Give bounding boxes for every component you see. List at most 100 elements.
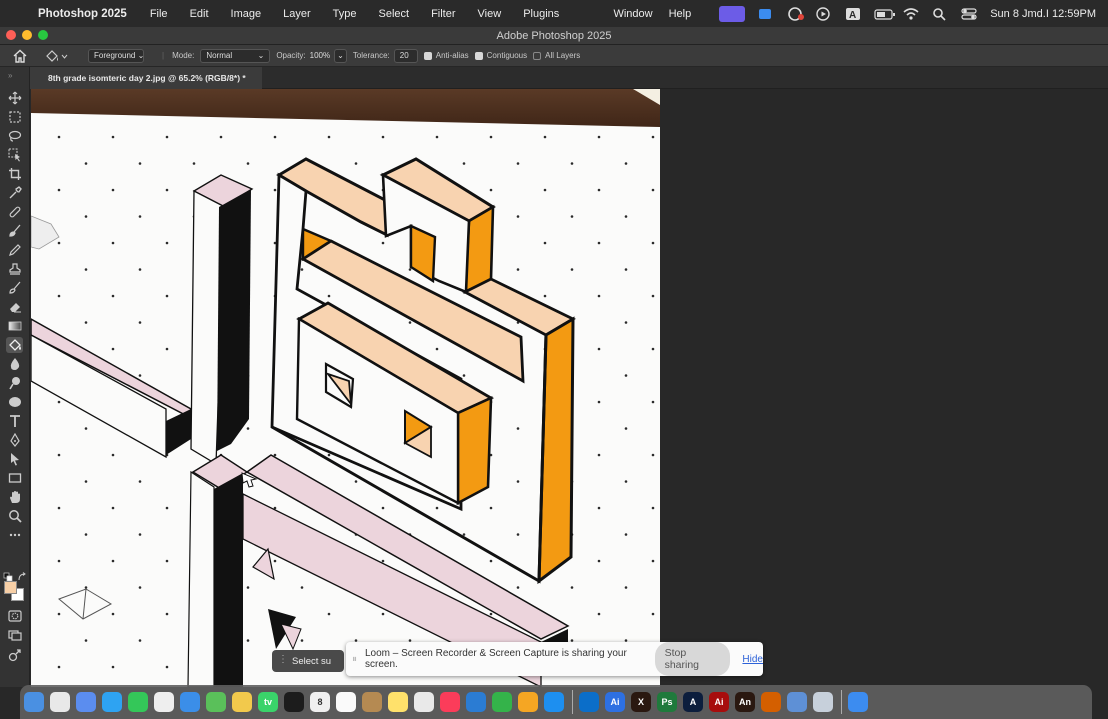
- dock-music-icon[interactable]: [414, 692, 434, 712]
- app-name-menu[interactable]: Photoshop 2025: [38, 8, 127, 20]
- creative-cloud-icon[interactable]: [787, 6, 805, 21]
- dock-calendar-icon[interactable]: 8: [310, 692, 330, 712]
- move-tool-icon[interactable]: [6, 90, 23, 106]
- dock-keynote-icon[interactable]: [440, 692, 460, 712]
- dodge-tool-icon[interactable]: [6, 375, 23, 391]
- battery-icon[interactable]: [874, 7, 896, 21]
- loom-status-icon[interactable]: [758, 7, 774, 21]
- paint-bucket-tool-preset-icon[interactable]: [44, 49, 68, 63]
- quick-mask-icon[interactable]: [6, 608, 23, 624]
- blur-tool-icon[interactable]: [6, 356, 23, 372]
- dock-illustrator-icon[interactable]: Ai: [709, 692, 729, 712]
- dock-reminders-icon[interactable]: [284, 692, 304, 712]
- eraser-tool-icon[interactable]: [6, 299, 23, 315]
- play-icon[interactable]: [816, 6, 832, 21]
- dock-maps-icon[interactable]: [180, 692, 200, 712]
- document-canvas[interactable]: [31, 89, 660, 687]
- dock-numbers-icon[interactable]: [466, 692, 486, 712]
- blend-mode-dropdown[interactable]: Normal ⌄: [200, 48, 271, 63]
- dock-photos-icon[interactable]: [206, 692, 226, 712]
- menu-layer[interactable]: Layer: [283, 8, 311, 20]
- paint-bucket-tool-icon[interactable]: [6, 337, 23, 353]
- opacity-input[interactable]: 100%: [310, 51, 330, 60]
- dock-preview-icon[interactable]: [761, 692, 781, 712]
- history-brush-tool-icon[interactable]: [6, 280, 23, 296]
- sponge-tool-icon[interactable]: [6, 394, 23, 410]
- control-center-icon[interactable]: [961, 7, 977, 21]
- menubar-clock[interactable]: Sun 8 Jmd.I 12:59PM: [990, 8, 1096, 20]
- all-layers-checkbox[interactable]: [533, 51, 542, 60]
- menu-edit[interactable]: Edit: [190, 8, 209, 20]
- dock-illustrator-icon[interactable]: Ai: [605, 692, 625, 712]
- dock-chrome-icon[interactable]: [128, 692, 148, 712]
- drag-handle-icon[interactable]: ⋮: [278, 654, 288, 665]
- dock-messages-icon[interactable]: [102, 692, 122, 712]
- menu-filter[interactable]: Filter: [431, 8, 455, 20]
- dock-launchpad-icon[interactable]: [50, 692, 70, 712]
- crop-tool-icon[interactable]: [6, 166, 23, 182]
- dock-bluetooth-icon[interactable]: [579, 692, 599, 712]
- rectangle-tool-icon[interactable]: [6, 470, 23, 486]
- spotlight-search-icon[interactable]: [932, 7, 948, 21]
- dock-facetime-icon[interactable]: [232, 692, 252, 712]
- menu-type[interactable]: Type: [333, 8, 357, 20]
- anti-alias-checkbox[interactable]: [423, 51, 432, 60]
- brush-tool-icon[interactable]: [6, 223, 23, 239]
- menu-image[interactable]: Image: [231, 8, 262, 20]
- dock-finder-icon[interactable]: [24, 692, 44, 712]
- dock-apple-tv-icon[interactable]: tv: [258, 692, 278, 712]
- menu-help[interactable]: Help: [669, 8, 692, 20]
- type-tool-icon[interactable]: [6, 413, 23, 429]
- contextual-task-bar[interactable]: ⋮ Select su: [272, 650, 344, 672]
- more-tools-icon[interactable]: [6, 527, 23, 543]
- eyedropper-tool-icon[interactable]: [6, 185, 23, 201]
- screen-mirror-icon[interactable]: [719, 5, 746, 22]
- hand-tool-icon[interactable]: [6, 489, 23, 505]
- menu-select[interactable]: Select: [379, 8, 410, 20]
- collapse-panel-icon[interactable]: »: [8, 71, 12, 80]
- zoom-tool-icon[interactable]: [6, 508, 23, 524]
- text-input-icon[interactable]: A: [845, 7, 861, 21]
- dock-freeform-icon[interactable]: [388, 692, 408, 712]
- document-tab[interactable]: 8th grade isomteric day 2.jpg @ 65.2% (R…: [30, 67, 262, 89]
- pencil-tool-icon[interactable]: [6, 242, 23, 258]
- screen-mode-icon[interactable]: [6, 627, 23, 643]
- pen-tool-icon[interactable]: [6, 432, 23, 448]
- dock-safari-icon[interactable]: [76, 692, 96, 712]
- opacity-dropdown[interactable]: ⌄: [334, 48, 347, 63]
- share-icon[interactable]: [6, 647, 23, 663]
- home-icon[interactable]: [12, 49, 28, 63]
- object-select-tool-icon[interactable]: [6, 147, 23, 163]
- menu-window[interactable]: Window: [613, 8, 652, 20]
- contiguous-checkbox[interactable]: [474, 51, 483, 60]
- dock-trash-icon[interactable]: [848, 692, 868, 712]
- dock-app-store-icon[interactable]: [518, 692, 538, 712]
- dock-animate-icon[interactable]: An: [735, 692, 755, 712]
- wifi-icon[interactable]: [903, 7, 919, 21]
- dock-photoshop-icon[interactable]: Ps: [657, 692, 677, 712]
- clone-stamp-tool-icon[interactable]: [6, 261, 23, 277]
- dock-loom-icon[interactable]: [813, 692, 833, 712]
- foreground-color-swatch[interactable]: [4, 581, 17, 594]
- dock-contacts-icon[interactable]: [336, 692, 356, 712]
- lasso-tool-icon[interactable]: [6, 128, 23, 144]
- dock-notes-icon[interactable]: [362, 692, 382, 712]
- dock-excel-icon[interactable]: X: [631, 692, 651, 712]
- swap-colors-icon[interactable]: [17, 569, 27, 587]
- dock-acrobat-icon[interactable]: A: [683, 692, 703, 712]
- fill-source-dropdown[interactable]: Foreground ⌄: [88, 48, 144, 63]
- menu-file[interactable]: File: [150, 8, 168, 20]
- hide-banner-link[interactable]: Hide: [742, 654, 763, 665]
- gradient-tool-icon[interactable]: [6, 318, 23, 334]
- stop-sharing-button[interactable]: Stop sharing: [654, 642, 731, 676]
- drag-handle-icon[interactable]: ⏸: [352, 654, 357, 665]
- tolerance-input[interactable]: 20: [393, 48, 418, 63]
- menu-plugins[interactable]: Plugins: [523, 8, 559, 20]
- dock-outlook-icon[interactable]: [544, 692, 564, 712]
- path-select-tool-icon[interactable]: [6, 451, 23, 467]
- dock-pages-icon[interactable]: [492, 692, 512, 712]
- menu-view[interactable]: View: [478, 8, 502, 20]
- marquee-tool-icon[interactable]: [6, 109, 23, 125]
- dock-mail-icon[interactable]: [154, 692, 174, 712]
- dock-cricut-icon[interactable]: [787, 692, 807, 712]
